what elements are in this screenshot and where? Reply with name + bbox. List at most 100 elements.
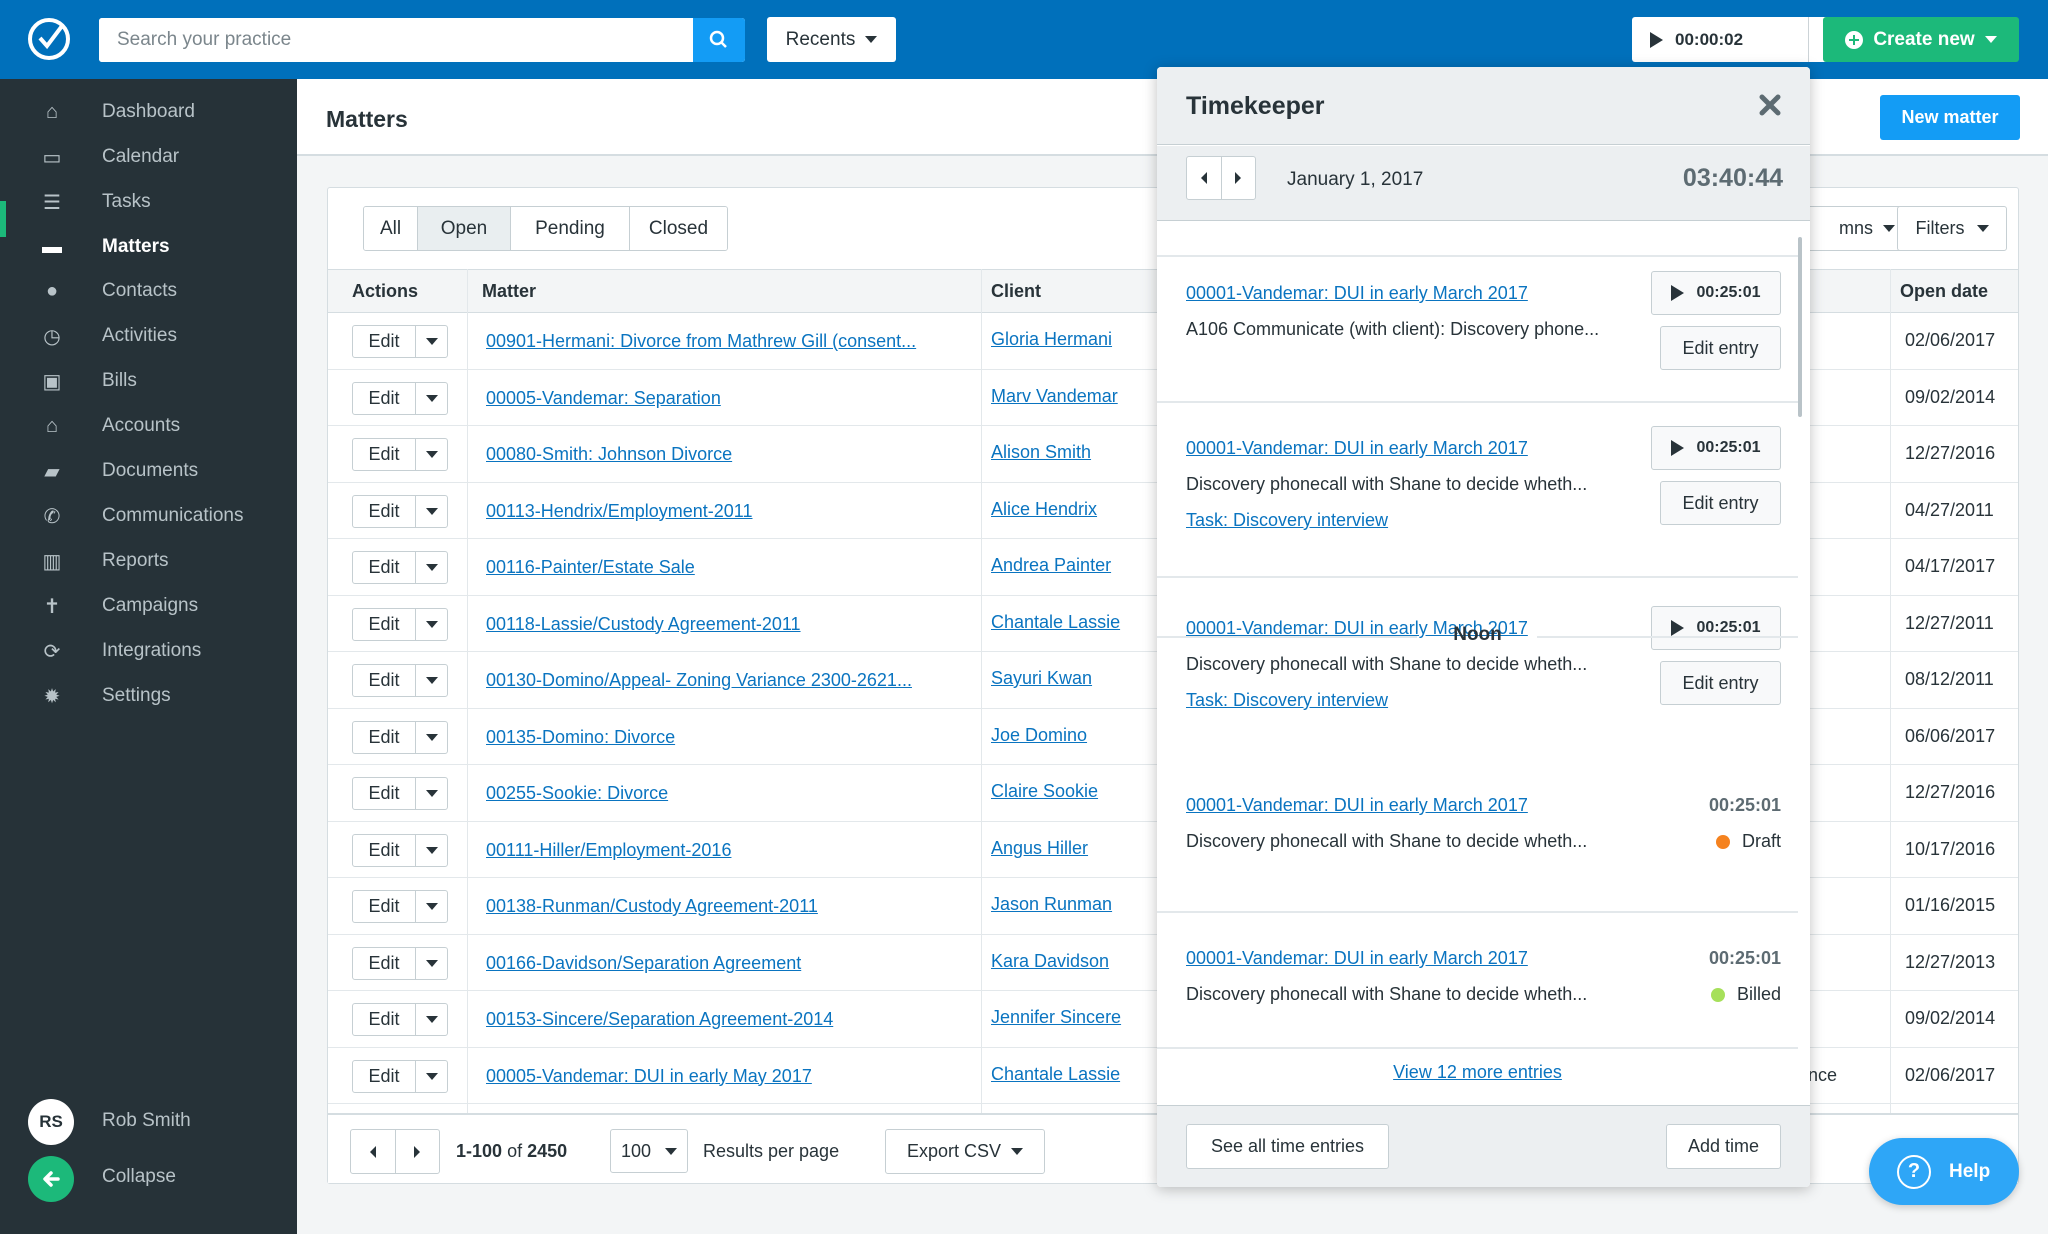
client-link[interactable]: Kara Davidson: [991, 951, 1109, 972]
per-page-select[interactable]: 100: [610, 1129, 688, 1173]
user-name[interactable]: Rob Smith: [102, 1110, 191, 1132]
edit-dropdown-button[interactable]: [416, 496, 447, 527]
header-client[interactable]: Client: [991, 270, 1041, 313]
edit-dropdown-button[interactable]: [416, 891, 447, 922]
client-link[interactable]: Angus Hiller: [991, 838, 1088, 859]
edit-dropdown-button[interactable]: [416, 665, 447, 696]
collapse-label[interactable]: Collapse: [102, 1166, 176, 1188]
edit-button[interactable]: Edit: [353, 495, 416, 527]
edit-button[interactable]: Edit: [353, 665, 416, 696]
columns-dropdown[interactable]: mns: [1804, 206, 1912, 251]
prev-day-button[interactable]: [1187, 157, 1222, 199]
sidebar-item-matters[interactable]: ▬ Matters: [0, 225, 297, 269]
collapse-button[interactable]: [28, 1156, 74, 1202]
sidebar-item-settings[interactable]: ✹ Settings: [0, 674, 297, 718]
matter-link[interactable]: 00111-Hiller/Employment-2016: [486, 840, 731, 861]
create-new-button[interactable]: Create new: [1823, 17, 2019, 62]
next-day-button[interactable]: [1222, 157, 1256, 199]
matter-link[interactable]: 00118-Lassie/Custody Agreement-2011: [486, 614, 801, 635]
client-link[interactable]: Sayuri Kwan: [991, 668, 1092, 689]
matter-link[interactable]: 00130-Domino/Appeal- Zoning Variance 230…: [486, 670, 912, 691]
close-button[interactable]: [1757, 92, 1783, 118]
client-link[interactable]: Gloria Hermani: [991, 329, 1112, 350]
edit-button[interactable]: Edit: [353, 382, 416, 414]
client-link[interactable]: Alice Hendrix: [991, 499, 1097, 520]
avatar[interactable]: RS: [28, 1099, 74, 1145]
edit-entry-button[interactable]: Edit entry: [1660, 326, 1781, 370]
add-time-button[interactable]: Add time: [1666, 1124, 1781, 1169]
edit-button[interactable]: Edit: [353, 552, 416, 583]
search-input[interactable]: [99, 18, 693, 62]
edit-button[interactable]: Edit: [353, 778, 416, 809]
sidebar-item-reports[interactable]: ▥ Reports: [0, 539, 297, 583]
time-entries-list[interactable]: 00001-Vandemar: DUI in early March 2017 A…: [1157, 221, 1810, 1101]
edit-button[interactable]: Edit: [353, 608, 416, 640]
edit-dropdown-button[interactable]: [416, 439, 447, 470]
recents-dropdown[interactable]: Recents: [767, 17, 896, 62]
entry-matter-link[interactable]: 00001-Vandemar: DUI in early March 2017: [1186, 283, 1528, 304]
edit-entry-button[interactable]: Edit entry: [1660, 661, 1781, 705]
entry-matter-link[interactable]: 00001-Vandemar: DUI in early March 2017: [1186, 948, 1528, 969]
edit-button[interactable]: Edit: [353, 439, 416, 470]
client-link[interactable]: Jennifer Sincere: [991, 1007, 1121, 1028]
client-link[interactable]: Claire Sookie: [991, 781, 1098, 802]
edit-entry-button[interactable]: Edit entry: [1660, 481, 1781, 525]
sidebar-item-communications[interactable]: ✆ Communications: [0, 494, 297, 538]
matter-link[interactable]: 00135-Domino: Divorce: [486, 727, 675, 748]
clio-logo-icon[interactable]: [28, 18, 70, 60]
sidebar-item-campaigns[interactable]: ✝ Campaigns: [0, 584, 297, 628]
matter-link[interactable]: 00005-Vandemar: Separation: [486, 388, 721, 409]
matter-link[interactable]: 00166-Davidson/Separation Agreement: [486, 953, 801, 974]
edit-dropdown-button[interactable]: [416, 552, 447, 583]
sidebar-item-contacts[interactable]: ● Contacts: [0, 269, 297, 313]
matter-link[interactable]: 00005-Vandemar: DUI in early May 2017: [486, 1066, 812, 1087]
entry-task-link[interactable]: Task: Discovery interview: [1186, 690, 1388, 711]
view-more-entries-link[interactable]: View 12 more entries: [1157, 1062, 1798, 1083]
client-link[interactable]: Chantale Lassie: [991, 612, 1120, 633]
matter-link[interactable]: 00138-Runman/Custody Agreement-2011: [486, 896, 818, 917]
sidebar-item-bills[interactable]: ▣ Bills: [0, 359, 297, 403]
edit-dropdown-button[interactable]: [416, 326, 447, 357]
see-all-time-entries-button[interactable]: See all time entries: [1186, 1124, 1389, 1169]
edit-button[interactable]: Edit: [353, 891, 416, 922]
entry-timer-button[interactable]: 00:25:01: [1651, 426, 1781, 470]
edit-dropdown-button[interactable]: [416, 609, 447, 640]
tab-pending[interactable]: Pending: [511, 207, 630, 250]
edit-button[interactable]: Edit: [353, 947, 416, 979]
entry-matter-link[interactable]: 00001-Vandemar: DUI in early March 2017: [1186, 438, 1528, 459]
header-matter[interactable]: Matter: [482, 270, 536, 313]
tab-closed[interactable]: Closed: [630, 207, 727, 250]
edit-dropdown-button[interactable]: [416, 1004, 447, 1035]
edit-dropdown-button[interactable]: [416, 1061, 447, 1092]
entry-matter-link[interactable]: 00001-Vandemar: DUI in early March 2017: [1186, 795, 1528, 816]
scrollbar[interactable]: [1798, 237, 1802, 417]
client-link[interactable]: Alison Smith: [991, 442, 1091, 463]
edit-button[interactable]: Edit: [353, 834, 416, 866]
new-matter-button[interactable]: New matter: [1880, 95, 2020, 140]
matter-link[interactable]: 00255-Sookie: Divorce: [486, 783, 668, 804]
sidebar-item-documents[interactable]: ▰ Documents: [0, 449, 297, 493]
edit-dropdown-button[interactable]: [416, 948, 447, 979]
edit-button[interactable]: Edit: [353, 721, 416, 753]
prev-page-button[interactable]: [351, 1130, 396, 1173]
entry-task-link[interactable]: Task: Discovery interview: [1186, 510, 1388, 531]
edit-dropdown-button[interactable]: [416, 835, 447, 866]
export-csv-button[interactable]: Export CSV: [885, 1129, 1045, 1174]
next-page-button[interactable]: [396, 1130, 440, 1173]
edit-button[interactable]: Edit: [353, 1060, 416, 1092]
edit-button[interactable]: Edit: [353, 326, 416, 357]
matter-link[interactable]: 00153-Sincere/Separation Agreement-2014: [486, 1009, 833, 1030]
client-link[interactable]: Marv Vandemar: [991, 386, 1118, 407]
edit-dropdown-button[interactable]: [416, 778, 447, 809]
timer-button[interactable]: 00:00:02: [1632, 17, 1809, 62]
edit-dropdown-button[interactable]: [416, 383, 447, 414]
filters-dropdown[interactable]: Filters: [1897, 206, 2007, 251]
matter-link[interactable]: 00116-Painter/Estate Sale: [486, 557, 695, 578]
client-link[interactable]: Chantale Lassie: [991, 1064, 1120, 1085]
sidebar-item-integrations[interactable]: ⟳ Integrations: [0, 629, 297, 673]
help-button[interactable]: ? Help: [1869, 1138, 2019, 1205]
matter-link[interactable]: 00113-Hendrix/Employment-2011: [486, 501, 752, 522]
client-link[interactable]: Joe Domino: [991, 725, 1087, 746]
client-link[interactable]: Andrea Painter: [991, 555, 1111, 576]
sidebar-item-dashboard[interactable]: ⌂ Dashboard: [0, 90, 297, 134]
